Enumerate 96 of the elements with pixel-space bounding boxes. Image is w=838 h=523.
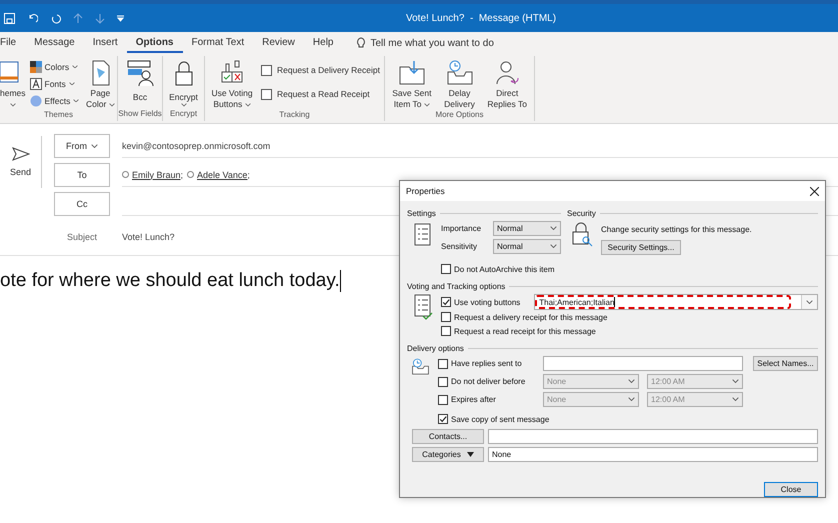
presence-icon: [187, 171, 194, 178]
recipient-link[interactable]: Adele Vance;: [187, 170, 250, 180]
chevron-down-icon: [10, 103, 16, 107]
section-legend: Settings: [407, 208, 436, 218]
security-description: Change security settings for this message.: [601, 225, 752, 234]
ribbon-button[interactable]: Direct Replies To: [484, 58, 530, 110]
bcc-button[interactable]: Bcc: [123, 58, 157, 103]
chevron-down-icon: [91, 144, 98, 148]
lock-key-icon: [571, 221, 593, 247]
themes-button[interactable]: hemes: [0, 58, 26, 110]
group-label: More Options: [434, 110, 485, 121]
contacts-button[interactable]: Contacts...: [412, 429, 484, 444]
chevron-down-icon: [68, 82, 75, 86]
chevron-down-icon: [244, 103, 251, 107]
ribbon-tab[interactable]: Review: [253, 34, 304, 52]
setting-select[interactable]: Normal: [493, 221, 561, 236]
check-icon: [439, 415, 447, 423]
presence-icon: [122, 171, 129, 178]
ribbon-tab[interactable]: Insert: [84, 34, 127, 52]
close-button[interactable]: Close: [764, 482, 818, 497]
dropdown-arrow-icon: [466, 452, 474, 457]
ribbon-tab[interactable]: File: [0, 34, 26, 52]
to-button[interactable]: To: [54, 163, 110, 187]
subject-label: Subject: [66, 232, 98, 242]
list-check-icon: [413, 294, 433, 320]
receipt-checkbox[interactable]: Request a Delivery Receipt: [261, 58, 380, 82]
categories-field[interactable]: None: [488, 447, 818, 462]
voting-choices-field[interactable]: Thai;American;Italian: [534, 294, 818, 310]
group-label: Tracking: [278, 110, 311, 121]
chevron-down-icon: [108, 103, 115, 107]
send-icon: [12, 147, 30, 161]
chevron-down-icon: [72, 64, 78, 68]
save-icon[interactable]: [4, 12, 15, 24]
from-button[interactable]: From: [54, 134, 110, 158]
chevron-down-icon: [628, 379, 635, 384]
check-icon: [442, 298, 450, 306]
save-copy-checkbox[interactable]: Save copy of sent message: [438, 412, 818, 426]
chevron-down-icon: [732, 397, 739, 402]
circle-icon: [30, 94, 42, 106]
chevron-down-icon: [424, 103, 430, 107]
customize-icon[interactable]: [117, 14, 124, 22]
chevron-down-icon: [628, 397, 635, 402]
redo-icon[interactable]: [50, 12, 61, 24]
ribbon-tab[interactable]: Help: [304, 34, 342, 52]
theme-option-button[interactable]: Effects: [30, 92, 80, 109]
color-squares-icon: [30, 60, 42, 72]
ribbon-button[interactable]: Save Sent Item To: [389, 58, 435, 110]
ribbon-tab[interactable]: Message: [25, 34, 84, 52]
text-cursor: [340, 270, 341, 292]
setting-label: Importance: [441, 224, 482, 233]
select-names-button[interactable]: Select Names...: [753, 356, 818, 371]
chevron-down-icon: [732, 379, 739, 384]
window-title: Vote! Lunch? - Message (HTML): [406, 12, 556, 24]
chevron-down-icon: [806, 300, 813, 304]
lightbulb-icon: [356, 37, 366, 49]
autoarchive-checkbox[interactable]: Do not AutoArchive this item: [441, 262, 561, 276]
chevron-down-icon: [180, 103, 186, 107]
categories-button[interactable]: Categories: [412, 447, 484, 462]
section-legend: Voting and Tracking options: [407, 282, 506, 290]
setting-label: Sensitivity: [441, 242, 478, 251]
message-body-text: ote for where we should eat lunch today.: [0, 270, 340, 292]
group-label: Show Fields: [118, 109, 162, 120]
security-settings-button[interactable]: Security Settings...: [601, 240, 681, 255]
voting-option-checkbox[interactable]: Use voting buttons: [441, 295, 520, 309]
section-legend: Delivery options: [407, 344, 464, 352]
contacts-field[interactable]: [488, 429, 818, 444]
group-label: Encrypt: [168, 109, 198, 120]
font-icon: [30, 78, 42, 90]
tell-me-field[interactable]: Tell me what you want to do: [370, 38, 494, 48]
encrypt-button[interactable]: Encrypt: [166, 58, 200, 107]
cc-button[interactable]: Cc: [54, 192, 110, 216]
setting-select[interactable]: Normal: [493, 239, 561, 254]
voting-option-checkbox[interactable]: Request a read receipt for this message: [441, 324, 596, 338]
voting-buttons-button[interactable]: Use Voting Buttons: [209, 58, 255, 110]
from-value: kevin@contosoprep.onmicrosoft.com: [122, 134, 838, 158]
undo-icon[interactable]: [27, 12, 38, 24]
voting-option-checkbox[interactable]: Request a delivery receipt for this message: [441, 310, 608, 324]
dialog-title: Properties: [406, 186, 445, 196]
delivery-checkbox[interactable]: Do not deliver before: [438, 374, 537, 388]
recipient-link[interactable]: Emily Braun;: [122, 170, 184, 180]
chevron-down-icon: [73, 98, 80, 102]
delivery-checkbox[interactable]: Have replies sent to: [438, 356, 537, 370]
ribbon-button[interactable]: Delay Delivery: [436, 58, 482, 110]
theme-option-button[interactable]: Fonts: [30, 75, 80, 92]
chevron-down-icon: [550, 244, 557, 249]
contact-card-icon: [125, 58, 155, 88]
receipt-checkbox[interactable]: Request a Read Receipt: [261, 82, 380, 106]
replies-field[interactable]: [543, 356, 743, 371]
delivery-checkbox[interactable]: Expires after: [438, 392, 537, 406]
page-color-button[interactable]: Page Color: [83, 58, 118, 110]
close-icon[interactable]: [810, 186, 819, 196]
group-label: Themes: [43, 110, 74, 121]
chevron-down-icon: [550, 226, 557, 231]
ribbon-tab[interactable]: Format Text: [182, 34, 254, 52]
section-legend: Security: [567, 208, 596, 218]
theme-option-button[interactable]: Colors: [30, 58, 80, 75]
